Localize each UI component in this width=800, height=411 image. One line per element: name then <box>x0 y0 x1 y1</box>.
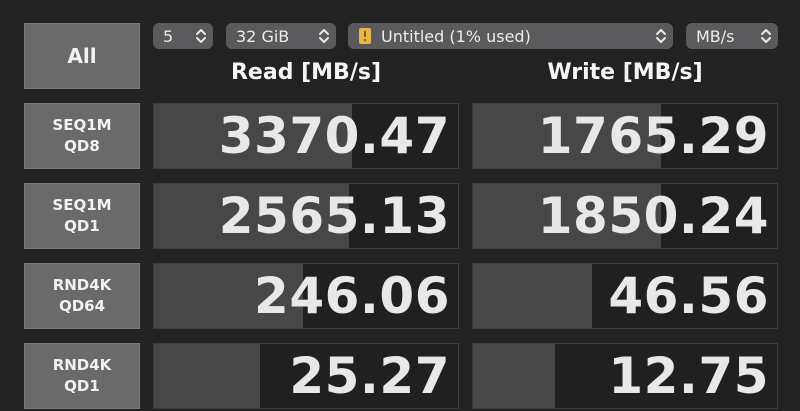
write-result-seq1m-qd1: 1850.24 <box>472 183 778 249</box>
test-button-rnd4k-qd64[interactable]: RND4K QD64 <box>24 263 140 329</box>
read-column-header: Read [MB/s] <box>230 60 381 85</box>
test-label-line1: SEQ1M <box>52 116 112 134</box>
test-label-line1: RND4K <box>52 356 112 374</box>
chevron-up-down-icon <box>655 26 667 46</box>
read-result-bar <box>154 344 261 408</box>
all-button[interactable]: All <box>24 23 140 89</box>
write-result-bar <box>473 264 592 328</box>
target-drive-value: Untitled (1% used) <box>381 26 531 46</box>
write-column-header: Write [MB/s] <box>547 60 703 85</box>
read-result-value: 2565.13 <box>218 187 450 245</box>
read-result-seq1m-qd1: 2565.13 <box>153 183 459 249</box>
chevron-up-down-icon <box>318 26 330 46</box>
test-label-line1: RND4K <box>52 276 112 294</box>
unit-select[interactable]: MB/s <box>686 23 778 49</box>
write-result-value: 12.75 <box>608 347 769 405</box>
read-result-rnd4k-qd64: 246.06 <box>153 263 459 329</box>
write-result-rnd4k-qd64: 46.56 <box>472 263 778 329</box>
test-label-line2: QD64 <box>58 297 106 315</box>
test-label-line2: QD8 <box>64 137 100 155</box>
read-result-seq1m-qd8: 3370.47 <box>153 103 459 169</box>
read-result-value: 246.06 <box>254 267 450 325</box>
runs-select[interactable]: 5 <box>153 23 213 49</box>
read-result-value: 25.27 <box>289 347 450 405</box>
unit-value: MB/s <box>696 26 735 46</box>
test-label-line2: QD1 <box>64 217 100 235</box>
write-result-seq1m-qd8: 1765.29 <box>472 103 778 169</box>
write-result-value: 1850.24 <box>537 187 769 245</box>
runs-value: 5 <box>163 26 174 46</box>
write-result-value: 46.56 <box>608 267 769 325</box>
size-select[interactable]: 32 GiB <box>226 23 336 49</box>
write-result-bar <box>473 344 556 408</box>
write-result-value: 1765.29 <box>537 107 769 165</box>
test-button-seq1m-qd8[interactable]: SEQ1M QD8 <box>24 103 140 169</box>
test-button-rnd4k-qd1[interactable]: RND4K QD1 <box>24 343 140 409</box>
write-result-rnd4k-qd1: 12.75 <box>472 343 778 409</box>
target-drive-select[interactable]: Untitled (1% used) <box>348 23 673 49</box>
test-button-seq1m-qd1[interactable]: SEQ1M QD1 <box>24 183 140 249</box>
read-result-value: 3370.47 <box>218 107 450 165</box>
external-drive-icon <box>358 27 372 45</box>
chevron-up-down-icon <box>195 26 207 46</box>
test-label-line2: QD1 <box>64 377 100 395</box>
read-result-rnd4k-qd1: 25.27 <box>153 343 459 409</box>
chevron-up-down-icon <box>760 26 772 46</box>
size-value: 32 GiB <box>236 26 290 46</box>
test-label-line1: SEQ1M <box>52 196 112 214</box>
